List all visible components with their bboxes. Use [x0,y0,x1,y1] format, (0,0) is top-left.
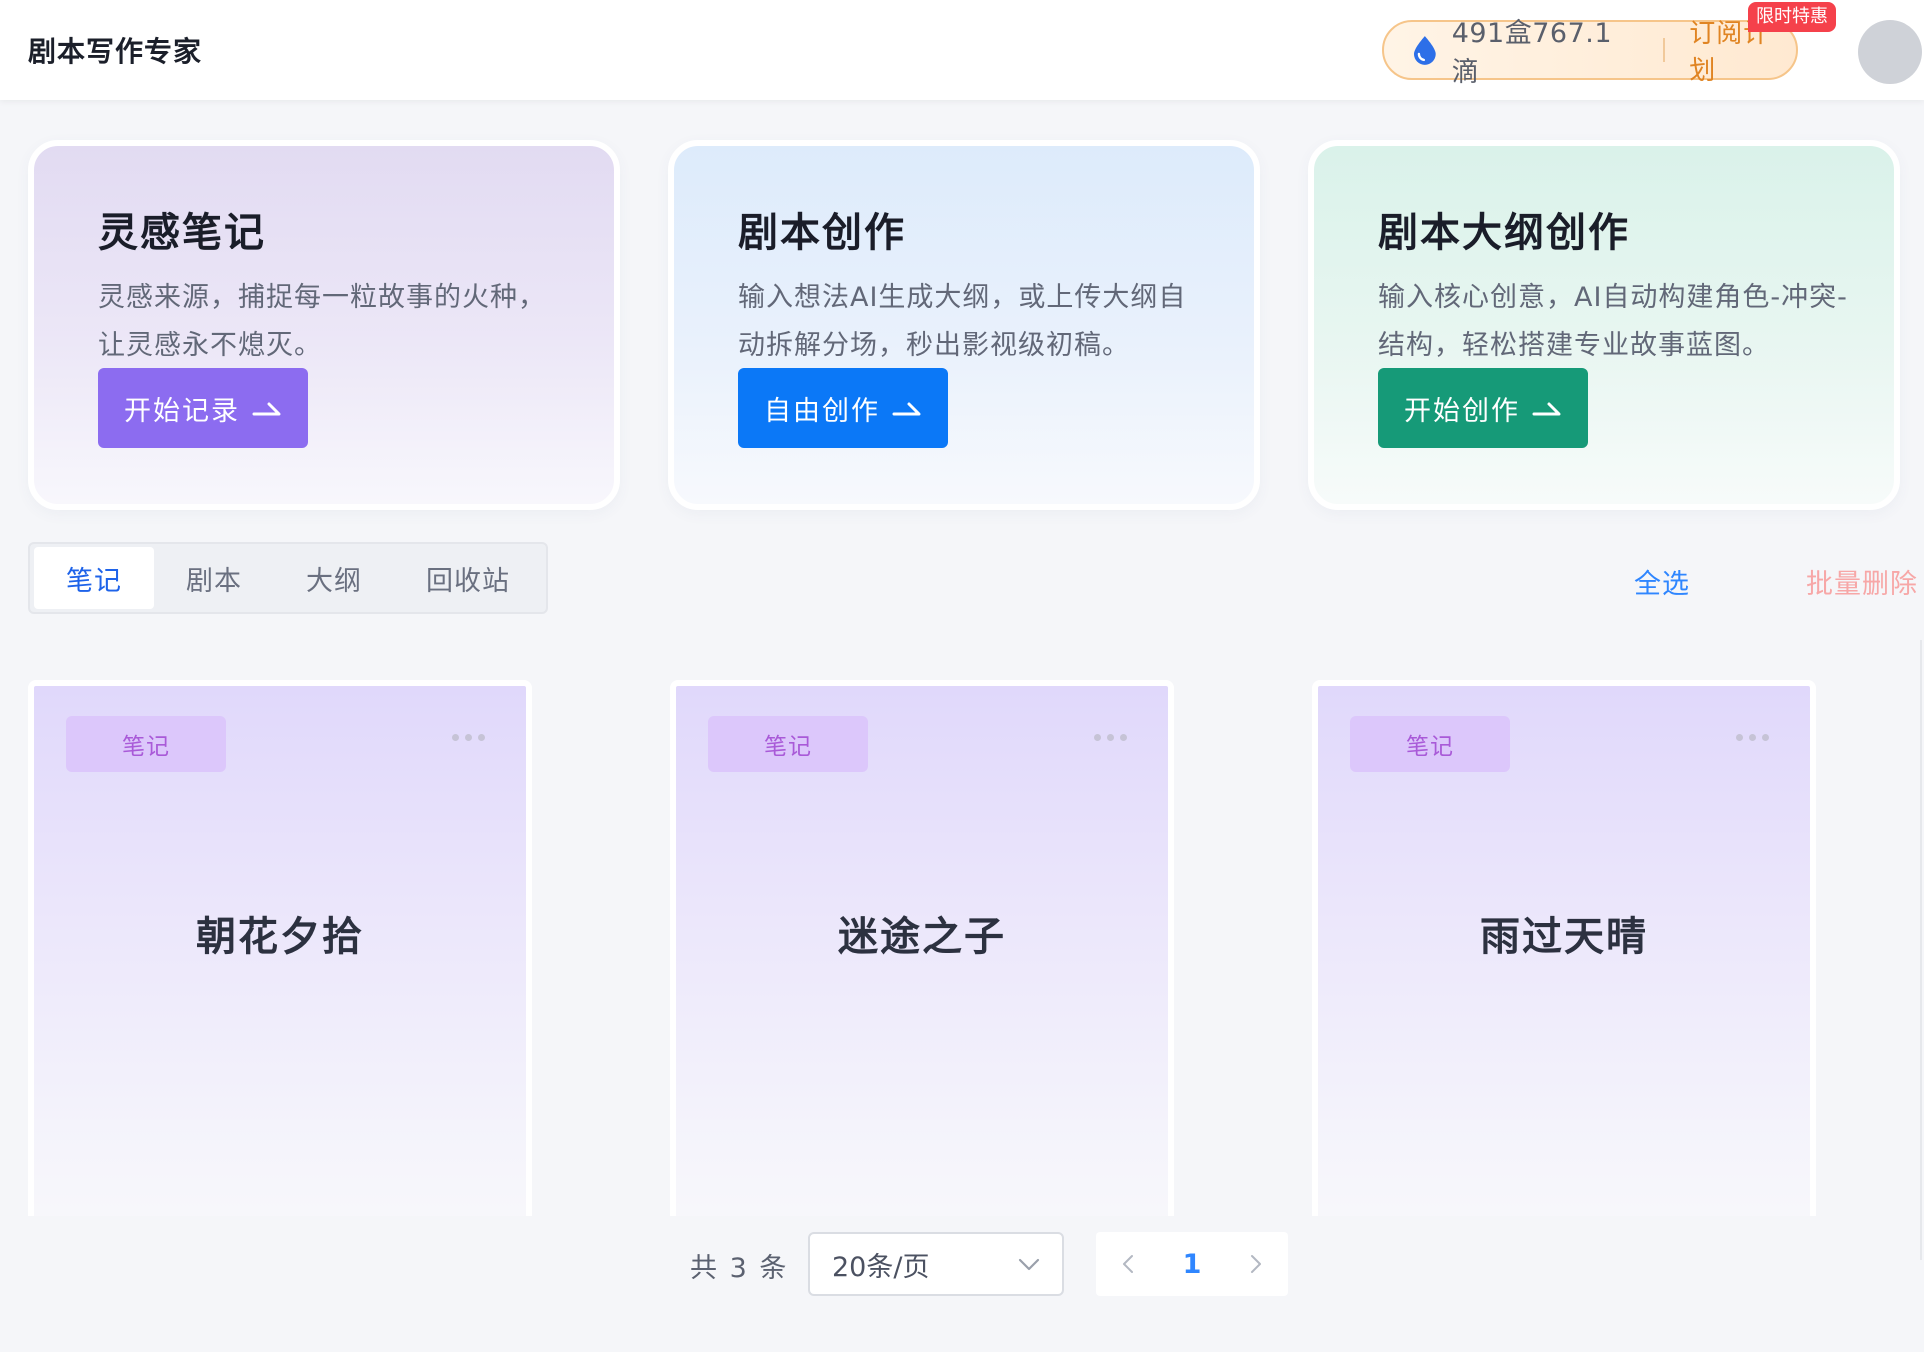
button-label: 开始记录 [124,395,240,427]
batch-delete-button[interactable]: 批量删除 [1806,562,1918,601]
credit-balance-text: 491盒767.1滴 [1451,18,1613,88]
arrow-right-icon [252,402,281,416]
user-avatar[interactable] [1858,20,1922,84]
more-dots-icon[interactable] [1094,734,1127,741]
feature-card-title: 灵感笔记 [98,210,266,256]
top-header: 剧本写作专家 491盒767.1滴 订阅计划 限时特惠 [0,0,1924,100]
tab-outlines[interactable]: 大纲 [274,547,394,609]
button-label: 自由创作 [764,395,880,427]
start-recording-button[interactable]: 开始记录 [98,368,308,448]
app-title: 剧本写作专家 [28,35,203,68]
note-type-tag: 笔记 [66,716,226,772]
notes-grid: 笔记 朝花夕拾 笔记 迷途之子 笔记 雨过天晴 [0,680,1924,1216]
start-creating-button[interactable]: 开始创作 [1378,368,1588,448]
note-card[interactable]: 笔记 雨过天晴 [1312,680,1816,1216]
tab-scripts[interactable]: 剧本 [154,547,274,609]
scroll-edge-line [1920,640,1922,1260]
note-type-tag: 笔记 [708,716,868,772]
tab-notes[interactable]: 笔记 [34,547,154,609]
chevron-down-icon [1018,1258,1040,1271]
page-size-select[interactable]: 20条/页 [808,1232,1064,1296]
feature-card-description: 输入核心创意，AI自动构建角色-冲突-结构，轻松搭建专业故事蓝图。 [1378,282,1848,361]
note-title: 雨过天晴 [1480,914,1648,960]
select-all-button[interactable]: 全选 [1634,562,1690,601]
feature-card-inspiration-notes: 灵感笔记 灵感来源，捕捉每一粒故事的火种，让灵感永不熄灭。 开始记录 [28,140,620,510]
note-title: 迷途之子 [838,914,1006,960]
note-card[interactable]: 笔记 迷途之子 [670,680,1174,1216]
next-page-button[interactable] [1224,1232,1288,1296]
total-count: 共 3 条 [690,1253,789,1284]
chevron-right-icon [1251,1255,1261,1273]
note-type-tag: 笔记 [1350,716,1510,772]
page-number-current[interactable]: 1 [1160,1249,1224,1280]
feature-card-title: 剧本创作 [738,210,906,256]
button-label: 开始创作 [1404,395,1520,427]
credit-balance-pill[interactable]: 491盒767.1滴 订阅计划 [1382,18,1798,88]
pill-divider [1663,38,1666,62]
note-title: 朝花夕拾 [196,914,364,960]
more-dots-icon[interactable] [1736,734,1769,741]
feature-card-script-writing: 剧本创作 输入想法AI生成大纲，或上传大纲自动拆解分场，秒出影视级初稿。 自由创… [668,140,1260,510]
chevron-left-icon [1123,1255,1133,1273]
feature-card-description: 输入想法AI生成大纲，或上传大纲自动拆解分场，秒出影视级初稿。 [738,282,1187,361]
free-writing-button[interactable]: 自由创作 [738,368,948,448]
more-dots-icon[interactable] [452,734,485,741]
arrow-right-icon [892,402,921,416]
feature-card-description: 灵感来源，捕捉每一粒故事的火种，让灵感永不熄灭。 [98,282,546,361]
tab-recycle-bin[interactable]: 回收站 [394,547,542,609]
feature-card-outline-writing: 剧本大纲创作 输入核心创意，AI自动构建角色-冲突-结构，轻松搭建专业故事蓝图。… [1308,140,1900,510]
page-size-value: 20条/页 [832,1251,930,1283]
arrow-right-icon [1532,402,1561,416]
feature-card-title: 剧本大纲创作 [1378,210,1630,256]
limited-offer-badge: 限时特惠 [1748,2,1836,32]
note-card[interactable]: 笔记 朝花夕拾 [28,680,532,1216]
prev-page-button[interactable] [1096,1232,1160,1296]
content-tabs: 笔记 剧本 大纲 回收站 [28,542,548,614]
pager: 1 [1096,1232,1288,1296]
water-drop-icon [1413,36,1436,65]
